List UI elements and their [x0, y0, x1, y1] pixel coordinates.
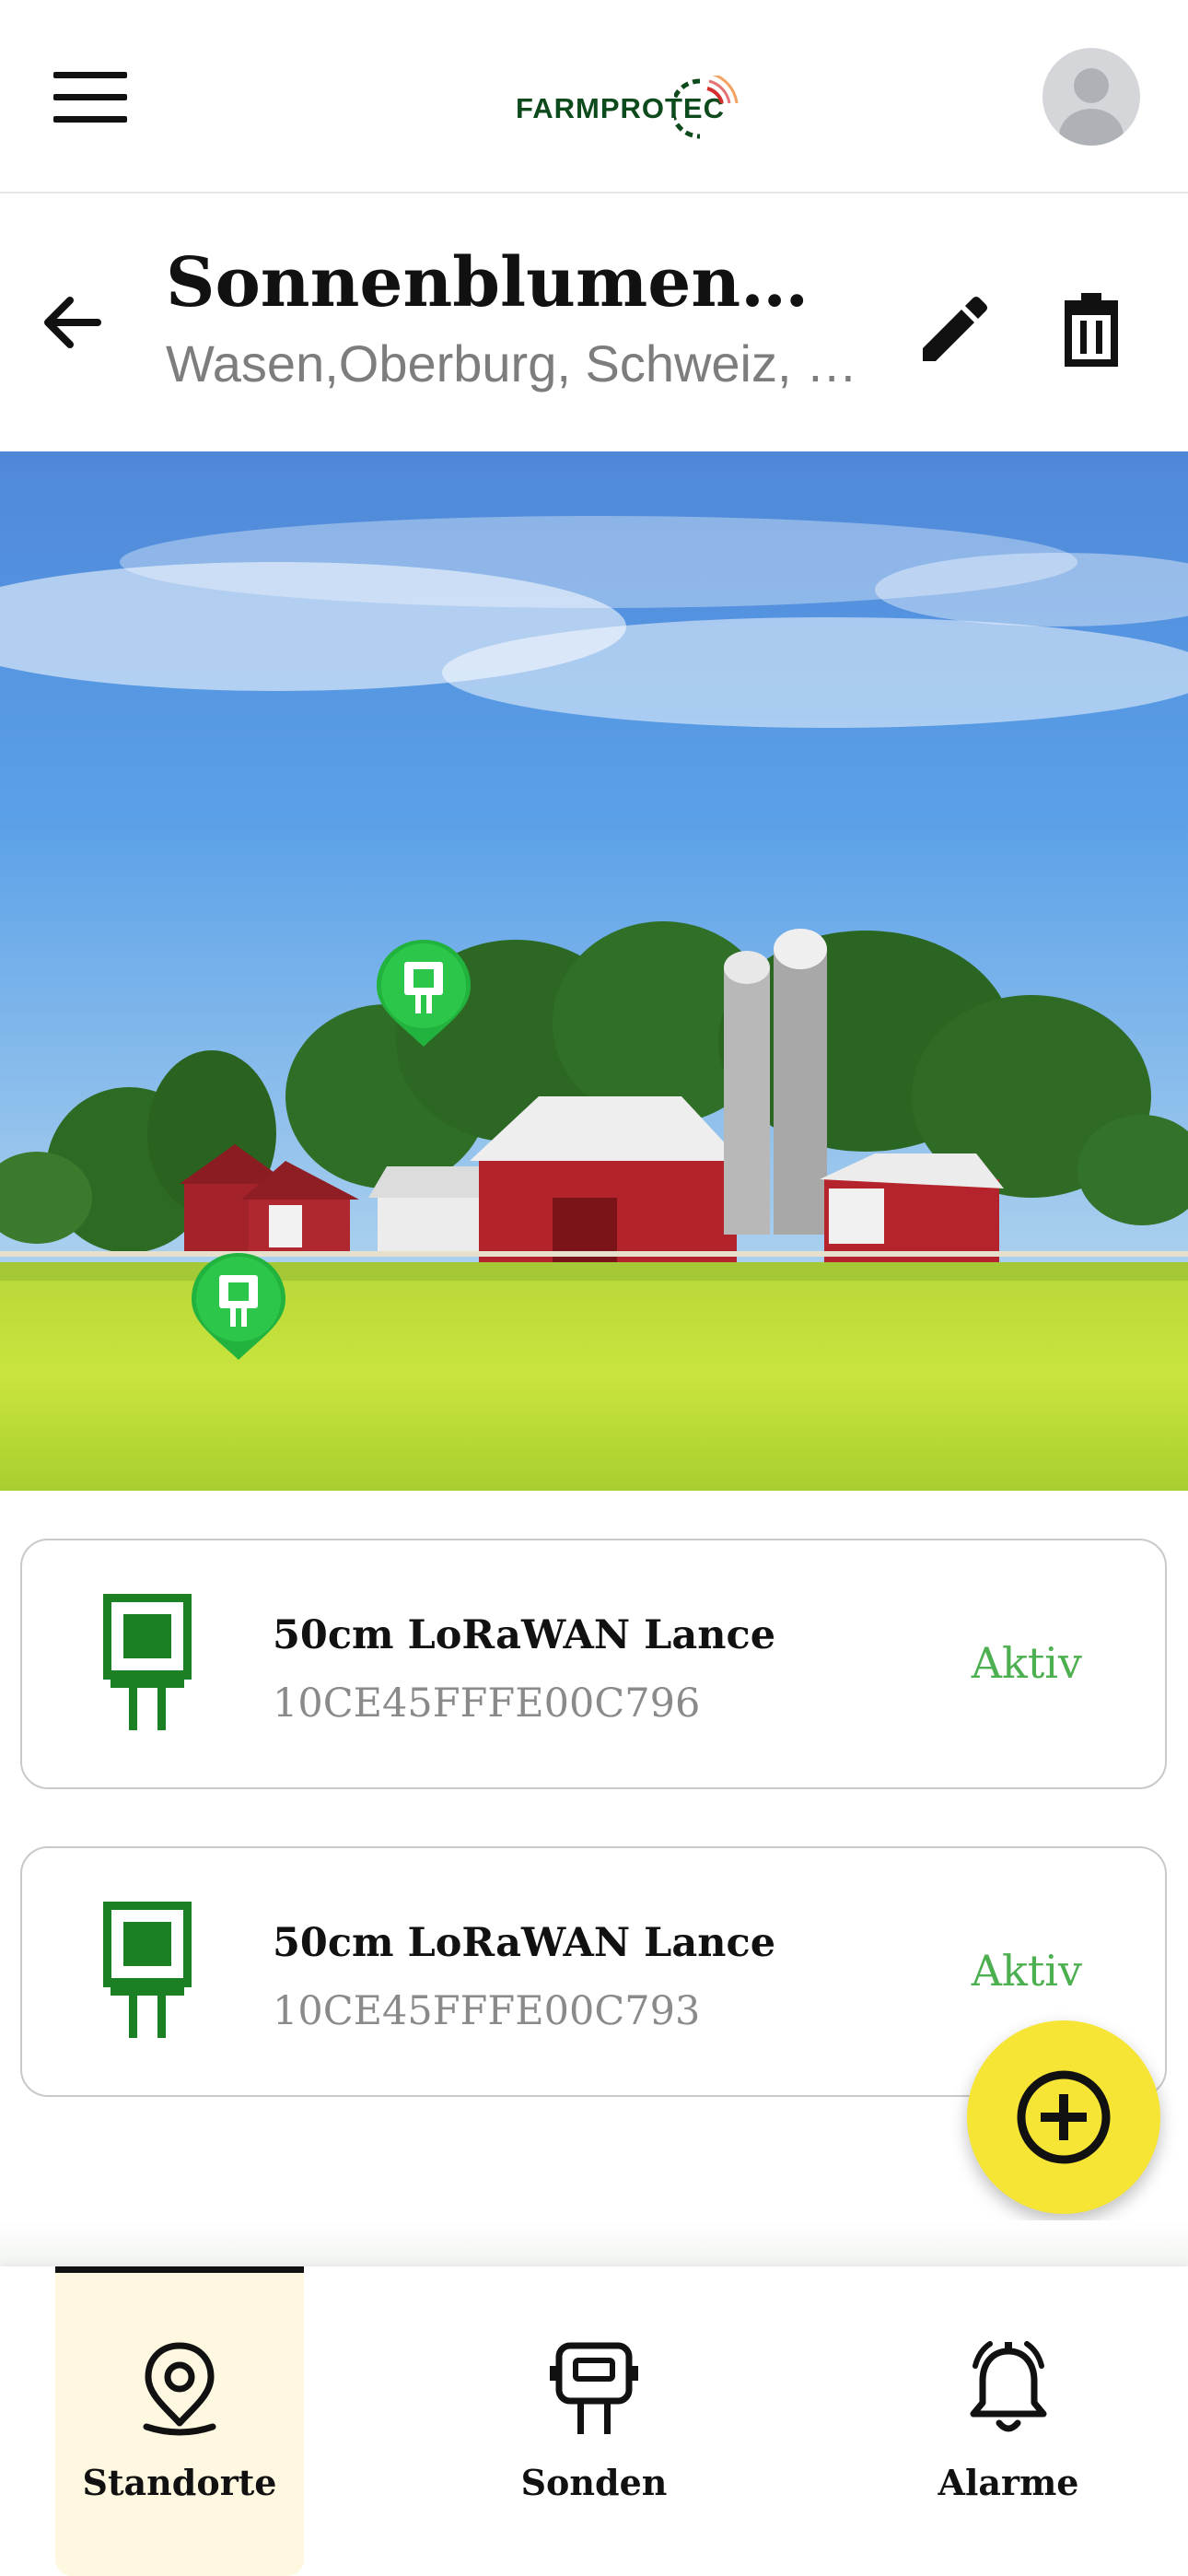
- nav-label-sonden: Sonden: [520, 2462, 668, 2503]
- sensor-id: 10CE45FFFE00C793: [273, 1988, 701, 2034]
- status-badge: Aktiv: [971, 1638, 1082, 1688]
- nav-item-sonden[interactable]: Sonden: [470, 2266, 718, 2576]
- sensor-probe-icon: [103, 1902, 192, 2038]
- location-address: Wasen,Oberburg, Schweiz, 3…: [166, 334, 875, 392]
- alarm-bell-icon: [970, 2341, 1047, 2432]
- sensor-name: 50cm LoRaWAN Lance: [273, 1612, 776, 1658]
- location-title: Sonnenblumenhof …: [166, 243, 847, 322]
- trash-icon[interactable]: [1050, 287, 1133, 370]
- location-pin-icon: [143, 2342, 216, 2436]
- bottom-navigation: Standorte Sonden Alarme: [0, 2266, 1188, 2576]
- nav-label-standorte: Standorte: [82, 2462, 277, 2503]
- status-badge: Aktiv: [971, 1946, 1082, 1996]
- location-header: Sonnenblumenhof … Wasen,Oberburg, Schwei…: [0, 195, 1188, 451]
- sensor-probe-icon: [550, 2342, 638, 2434]
- farmprotec-logo: FARMPROTEC: [516, 72, 746, 146]
- nav-item-alarme[interactable]: Alarme: [884, 2266, 1133, 2576]
- nav-item-standorte[interactable]: Standorte: [55, 2266, 304, 2576]
- sensor-probe-icon: [103, 1594, 192, 1730]
- arrow-back-icon[interactable]: [37, 287, 107, 357]
- sensor-card[interactable]: 50cm LoRaWAN Lance 10CE45FFFE00C796 Akti…: [20, 1539, 1167, 1789]
- add-sensor-button[interactable]: [967, 2020, 1160, 2214]
- nav-label-alarme: Alarme: [938, 2462, 1079, 2503]
- sensor-pin-icon[interactable]: [188, 1249, 289, 1364]
- user-avatar-icon[interactable]: [1042, 48, 1140, 146]
- pencil-edit-icon[interactable]: [912, 287, 995, 370]
- farm-scene-image: [0, 451, 1188, 1491]
- sensor-pin-icon[interactable]: [373, 936, 474, 1050]
- top-app-bar: FARMPROTEC: [0, 0, 1188, 193]
- sensor-name: 50cm LoRaWAN Lance: [273, 1920, 776, 1966]
- hamburger-menu-icon[interactable]: [53, 72, 127, 123]
- sensor-id: 10CE45FFFE00C796: [273, 1680, 701, 1727]
- content-fade: [0, 2220, 1188, 2266]
- add-circle-icon: [1017, 2070, 1111, 2164]
